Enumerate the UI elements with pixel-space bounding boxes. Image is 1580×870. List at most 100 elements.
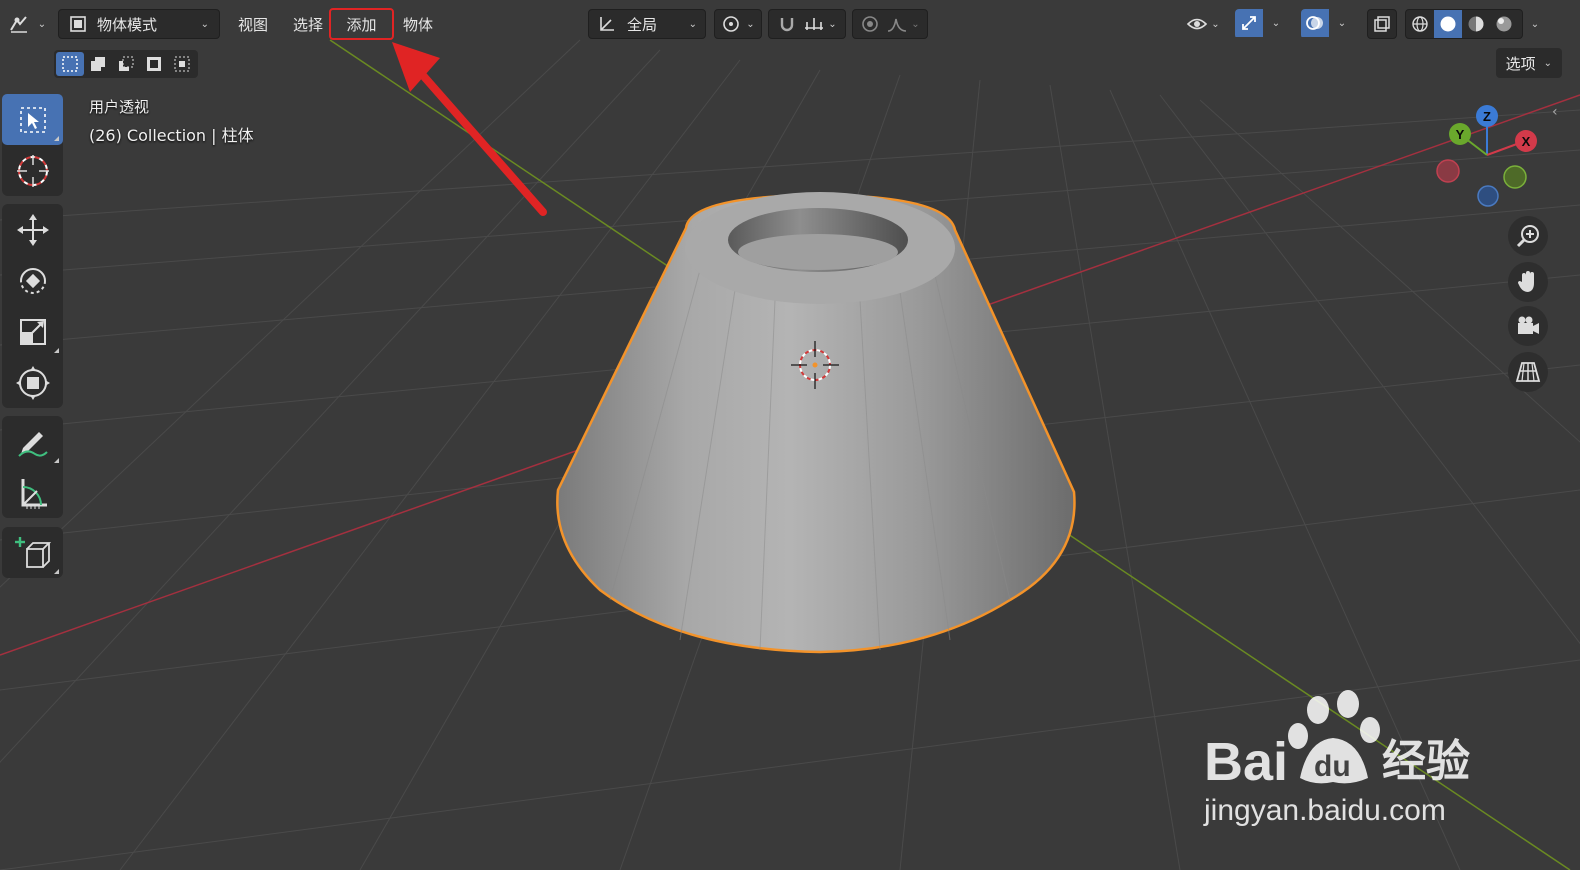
cone-hole-bottom xyxy=(738,234,898,270)
eye-icon xyxy=(1186,15,1208,33)
snap-increment-icon xyxy=(803,16,825,32)
tool-move[interactable] xyxy=(2,204,63,255)
menu-view[interactable]: 视图 xyxy=(229,9,277,39)
rotate-icon xyxy=(19,267,46,294)
chevron-down-icon[interactable]: ⌄ xyxy=(1329,9,1355,37)
annotation-arrow xyxy=(392,42,547,216)
orientation-gizmo[interactable]: Z X Y xyxy=(1436,105,1537,207)
add-cube-icon xyxy=(14,536,51,568)
sidebar-toggle-icon[interactable]: ‹ xyxy=(1552,104,1558,120)
tool-measure[interactable] xyxy=(2,467,63,518)
overlays-toggle[interactable]: ⌄ xyxy=(1301,9,1359,39)
chevron-down-icon: ⌄ xyxy=(37,18,47,30)
material-shading-icon[interactable] xyxy=(1462,10,1490,38)
select-intersect-icon[interactable] xyxy=(168,52,196,76)
wireframe-shading-icon[interactable] xyxy=(1406,10,1434,38)
chevron-down-icon: ⌄ xyxy=(1543,57,1552,69)
chevron-down-icon: ⌄ xyxy=(828,18,837,30)
zoom-icon xyxy=(1516,225,1539,248)
selection-mode-strip xyxy=(54,50,198,78)
baidu-watermark: Bai du 经验 jingyan.baidu.com xyxy=(1200,690,1500,840)
proportional-editing-button[interactable]: ⌄ xyxy=(852,9,928,39)
3d-viewport[interactable]: Z X Y ⌄ 物体模式 ⌄ 视图 选择 添加 物体 全局 ⌄ ⌄ ⌄ ⌄ ⌄ … xyxy=(0,0,1580,870)
pan-button[interactable] xyxy=(1508,262,1548,302)
watermark-url: jingyan.baidu.com xyxy=(1203,794,1446,827)
ruler-icon xyxy=(21,478,47,509)
view-name: 用户透视 xyxy=(89,98,150,116)
chevron-down-icon: ⌄ xyxy=(1211,18,1220,30)
xray-toggle[interactable] xyxy=(1367,9,1397,39)
annotate-pen-icon xyxy=(17,431,48,457)
shading-mode-selector[interactable] xyxy=(1405,9,1523,39)
magnet-icon xyxy=(777,14,797,34)
chevron-down-icon: ⌄ xyxy=(746,18,755,30)
tool-scale[interactable] xyxy=(2,306,63,357)
select-invert-icon[interactable] xyxy=(140,52,168,76)
select-subtract-icon[interactable] xyxy=(112,52,140,76)
xray-icon xyxy=(1373,15,1391,33)
toolbar-group-add xyxy=(2,527,63,578)
transform-icon xyxy=(15,365,50,400)
chevron-down-icon[interactable]: ⌄ xyxy=(1263,9,1289,37)
toolbar-group-annotate xyxy=(2,416,63,518)
menu-object[interactable]: 物体 xyxy=(394,9,442,39)
visibility-button[interactable]: ⌄ xyxy=(1180,9,1226,39)
tool-cursor[interactable] xyxy=(2,145,63,196)
select-extend-icon[interactable] xyxy=(84,52,112,76)
gizmo-x-label: X xyxy=(1522,134,1531,149)
menu-add[interactable]: 添加 xyxy=(329,8,394,40)
rendered-shading-icon[interactable] xyxy=(1490,10,1518,38)
solid-shading-icon[interactable] xyxy=(1434,10,1462,38)
tool-annotate[interactable] xyxy=(2,416,63,467)
toolbar-group-select xyxy=(2,94,63,196)
snapping-button[interactable]: ⌄ xyxy=(768,9,846,39)
gizmo-z-label: Z xyxy=(1483,109,1491,124)
falloff-curve-icon xyxy=(886,15,908,33)
viewport-header: ⌄ 物体模式 ⌄ 视图 选择 添加 物体 全局 ⌄ ⌄ ⌄ ⌄ ⌄ ⌄ ⌄ ⌄ xyxy=(0,0,1580,46)
mode-selector[interactable]: 物体模式 ⌄ xyxy=(58,9,220,39)
gizmo-neg-z[interactable] xyxy=(1477,185,1499,207)
zoom-button[interactable] xyxy=(1508,216,1548,256)
select-new-icon[interactable] xyxy=(56,52,84,76)
scale-icon xyxy=(19,318,46,345)
proportional-editing-icon xyxy=(860,14,880,34)
cone-object[interactable] xyxy=(556,192,1076,654)
gizmo-neg-x[interactable] xyxy=(1436,159,1460,183)
camera-view-button[interactable] xyxy=(1508,306,1548,346)
hand-icon xyxy=(1518,271,1534,292)
toolbar-group-transform xyxy=(2,204,63,408)
pivot-point-button[interactable]: ⌄ xyxy=(714,9,762,39)
orientation-icon xyxy=(597,14,617,34)
chevron-down-icon: ⌄ xyxy=(1530,18,1540,30)
options-dropdown[interactable]: 选项 ⌄ xyxy=(1495,48,1562,78)
chevron-down-icon: ⌄ xyxy=(911,18,920,30)
orientation-label: 全局 xyxy=(627,15,658,34)
shading-options-button[interactable]: ⌄ xyxy=(1523,9,1547,39)
tool-add-cube[interactable] xyxy=(2,527,63,578)
chevron-down-icon: ⌄ xyxy=(200,18,209,30)
transform-orientation-selector[interactable]: 全局 ⌄ xyxy=(588,9,706,39)
pivot-icon xyxy=(721,14,743,34)
menu-select[interactable]: 选择 xyxy=(284,9,332,39)
perspective-toggle-button[interactable] xyxy=(1508,352,1548,392)
overlays-icon[interactable] xyxy=(1301,9,1329,37)
options-label: 选项 xyxy=(1505,54,1536,73)
camera-icon xyxy=(1518,316,1539,334)
watermark-brand-right: 经验 xyxy=(1382,736,1470,787)
gizmo-toggle[interactable]: ⌄ xyxy=(1235,9,1293,39)
tool-transform[interactable] xyxy=(2,357,63,408)
object-mode-icon xyxy=(69,15,87,33)
mode-label: 物体模式 xyxy=(97,15,158,34)
move-icon xyxy=(16,213,49,246)
chevron-down-icon: ⌄ xyxy=(688,18,697,30)
gizmo-neg-y[interactable] xyxy=(1503,165,1527,189)
collection-info: (26) Collection | 柱体 xyxy=(89,126,254,145)
editor-type-button[interactable]: ⌄ xyxy=(4,9,50,39)
cursor-arrow-icon xyxy=(19,106,46,133)
gizmo-y-label: Y xyxy=(1456,127,1465,142)
tool-select-box[interactable] xyxy=(2,94,63,145)
tool-rotate[interactable] xyxy=(2,255,63,306)
watermark-brand-mid: du xyxy=(1314,750,1351,783)
gizmo-icon[interactable] xyxy=(1235,9,1263,37)
grid-perspective-icon xyxy=(1515,362,1541,382)
